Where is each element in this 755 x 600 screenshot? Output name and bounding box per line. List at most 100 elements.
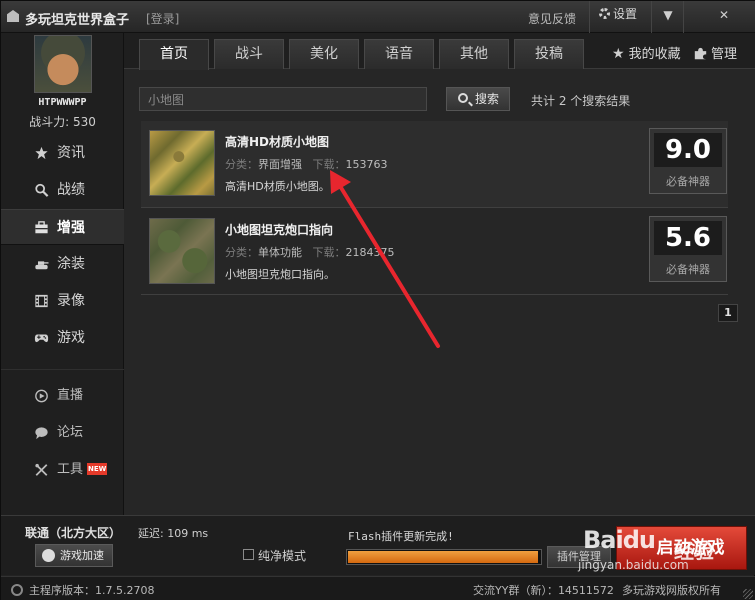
battle-power: 战斗力: 530 (29, 115, 96, 129)
game-accelerate-label: 游戏加速 (60, 549, 104, 562)
search-icon (458, 93, 468, 103)
sidebar-item-news[interactable]: 资讯 (1, 135, 124, 171)
sidebar: HTPWWWPP 战斗力: 530 资讯 战绩 增强 涂装 录像 游戏 直播 论… (1, 33, 124, 515)
score-label: 必备神器 (666, 263, 710, 276)
feedback-link[interactable]: 意见反馈 (528, 10, 576, 27)
sidebar-item-label: 游戏 (57, 330, 85, 346)
new-badge: NEW (87, 463, 108, 475)
search-button-label: 搜索 (475, 92, 500, 106)
search-button[interactable]: 搜索 (446, 87, 510, 111)
star-icon: ★ (612, 46, 625, 62)
minimize-button[interactable]: ▼ (657, 5, 679, 25)
result-description: 高清HD材质小地图。 (225, 180, 330, 193)
manage-label: 管理 (711, 47, 738, 62)
globe-icon (11, 584, 23, 596)
gear-icon (599, 8, 610, 19)
tank-icon (35, 261, 49, 270)
sidebar-item-label: 战绩 (57, 182, 85, 198)
pure-mode-label: 纯净模式 (258, 549, 307, 563)
resize-grip[interactable] (743, 589, 753, 599)
category-value: 单体功能 (258, 246, 302, 259)
puzzle-icon (694, 47, 707, 60)
tab-home[interactable]: 首页 (139, 39, 209, 70)
result-meta: 分类：界面增强 下载：153763 (225, 156, 388, 172)
chat-bubble-icon (35, 427, 48, 440)
tab-voice[interactable]: 语音 (364, 39, 434, 69)
sidebar-item-label: 工具 (57, 462, 84, 477)
sidebar-item-label: 资讯 (57, 145, 85, 161)
close-button[interactable]: ✕ (713, 5, 735, 25)
version-text: 主程序版本：1.7.5.2708 (29, 584, 155, 597)
title-separator (651, 1, 652, 33)
tab-other[interactable]: 其他 (439, 39, 509, 69)
category-label: 分类： (225, 158, 258, 171)
score-value: 9.0 (654, 133, 722, 167)
result-title[interactable]: 小地图坦克炮口指向 (225, 221, 333, 238)
result-title[interactable]: 高清HD材质小地图 (225, 133, 329, 150)
downloads-label: 下载： (312, 158, 346, 171)
result-divider (141, 294, 728, 295)
downloads-value: 2184375 (345, 246, 395, 259)
group-text: 交流YY群（新）：14511572 (473, 584, 614, 597)
server-name[interactable]: 联通（北方大区） (25, 524, 121, 541)
sidebar-item-enhance[interactable]: 增强 (1, 209, 124, 245)
settings-button[interactable]: 设置 (599, 5, 637, 25)
sidebar-item-replays[interactable]: 录像 (1, 283, 124, 319)
tab-beautify[interactable]: 美化 (289, 39, 359, 69)
title-separator (589, 1, 590, 33)
score-value: 5.6 (654, 221, 722, 255)
baidu-watermark-url: jingyan.baidu.com (578, 558, 689, 572)
downloads-value: 153763 (345, 158, 388, 171)
app-logo-icon (7, 10, 19, 22)
favorites-link[interactable]: ★ 我的收藏 (612, 43, 681, 62)
app-window: 多玩坦克世界盒子 [登录] 意见反馈 设置 ▼ ✕ HTPWWWPP 战斗力: … (0, 0, 755, 600)
main-panel: 首页 战斗 美化 语音 其他 投稿 ★我的收藏 管理 搜索 共计 2 个搜索结果… (124, 33, 755, 515)
sidebar-item-live[interactable]: 直播 (1, 378, 124, 414)
tab-submit[interactable]: 投稿 (514, 39, 584, 69)
star-icon (35, 146, 48, 160)
pure-mode-checkbox[interactable] (243, 549, 254, 560)
result-thumbnail (149, 218, 215, 284)
sidebar-item-games[interactable]: 游戏 (1, 320, 124, 356)
manage-link[interactable]: 管理 (694, 43, 737, 62)
sidebar-item-forum[interactable]: 论坛 (1, 415, 124, 451)
tab-bar: 首页 战斗 美化 语音 其他 投稿 ★ 我的收藏 管理 (124, 33, 755, 70)
score-box: 5.6 必备神器 (649, 216, 727, 282)
result-item[interactable]: 高清HD材质小地图 分类：界面增强 下载：153763 高清HD材质小地图。 9… (141, 121, 728, 207)
score-box: 9.0 必备神器 (649, 128, 727, 194)
search-input[interactable] (139, 87, 427, 111)
rocket-icon (42, 549, 55, 562)
sidebar-item-label: 论坛 (57, 425, 84, 440)
update-progress-bar (346, 549, 542, 565)
search-icon (35, 183, 49, 197)
sidebar-item-label: 增强 (57, 220, 85, 236)
baidu-watermark-logo: Baidu (583, 526, 656, 554)
category-value: 界面增强 (258, 158, 302, 171)
result-thumbnail (149, 130, 215, 196)
progress-fill (348, 551, 538, 563)
sidebar-item-stats[interactable]: 战绩 (1, 172, 124, 208)
gamepad-icon (34, 334, 49, 343)
sidebar-item-label: 录像 (57, 293, 85, 309)
film-icon (35, 294, 48, 308)
tab-battle[interactable]: 战斗 (214, 39, 284, 69)
page-number[interactable]: 1 (718, 304, 738, 322)
category-label: 分类： (225, 246, 258, 259)
result-meta: 分类：单体功能 下载：2184375 (225, 244, 395, 260)
app-title: 多玩坦克世界盒子 (25, 13, 130, 28)
sidebar-item-label: 涂装 (57, 256, 85, 272)
sidebar-item-tools[interactable]: 工具 NEW (1, 452, 124, 488)
sidebar-item-skins[interactable]: 涂装 (1, 246, 124, 282)
game-accelerate-button[interactable]: 游戏加速 (35, 544, 113, 567)
score-label: 必备神器 (666, 175, 710, 188)
username: HTPWWWPP (38, 97, 87, 108)
result-count: 共计 2 个搜索结果 (531, 94, 631, 108)
flash-status: Flash插件更新完成! (348, 530, 454, 543)
favorites-label: 我的收藏 (628, 47, 681, 62)
latency: 延迟: 109 ms (138, 527, 209, 540)
downloads-label: 下载： (312, 246, 346, 259)
login-link[interactable]: [登录] (146, 10, 179, 27)
avatar[interactable] (34, 35, 92, 93)
result-item[interactable]: 小地图坦克炮口指向 分类：单体功能 下载：2184375 小地图坦克炮口指向。 … (141, 209, 728, 295)
toolbox-icon (35, 221, 48, 234)
